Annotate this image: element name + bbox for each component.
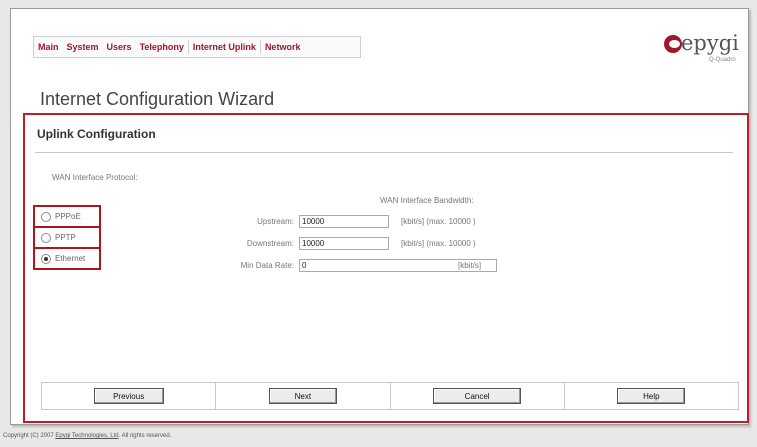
- cancel-button[interactable]: Cancel: [433, 388, 522, 404]
- downstream-label: Downstream:: [246, 239, 294, 248]
- menu-item-main[interactable]: Main: [34, 42, 63, 52]
- protocol-option-pptp[interactable]: PPTP: [33, 226, 101, 249]
- logo-mark-icon: [664, 35, 682, 53]
- copyright-suffix: . All rights reserved.: [118, 433, 172, 439]
- logo-brand: epygi: [681, 31, 739, 55]
- bandwidth-header: WAN Interface Bandwidth:: [380, 196, 474, 205]
- button-cell: Previous: [42, 383, 217, 409]
- main-menu: Main System Users Telephony Internet Upl…: [33, 36, 361, 58]
- upstream-label: Upstream:: [257, 217, 294, 226]
- downstream-input[interactable]: [299, 237, 389, 250]
- previous-button[interactable]: Previous: [93, 388, 164, 404]
- next-button[interactable]: Next: [268, 388, 337, 404]
- pptp-radio[interactable]: [41, 232, 51, 243]
- panel-title: Uplink Configuration: [37, 127, 156, 141]
- wan-protocol-label: WAN Interface Protocol:: [52, 173, 138, 182]
- button-cell: Next: [216, 383, 391, 409]
- button-cell: Cancel: [391, 383, 565, 409]
- page-title: Internet Configuration Wizard: [40, 89, 275, 109]
- upstream-input[interactable]: [299, 215, 389, 228]
- pptp-label: PPTP: [55, 233, 76, 242]
- uplink-configuration-panel: Uplink Configuration WAN Interface Proto…: [23, 113, 749, 423]
- ethernet-label: Ethernet: [55, 254, 86, 263]
- pppoe-label: PPPoE: [55, 212, 81, 221]
- downstream-hint: [kbit/s] (max. 10000 ): [401, 239, 476, 248]
- upstream-hint: [kbit/s] (max. 10000 ): [401, 217, 476, 226]
- menu-item-network[interactable]: Network: [261, 42, 305, 52]
- protocol-option-ethernet[interactable]: Ethernet: [33, 247, 101, 270]
- min-data-rate-hint: [kbit/s]: [458, 261, 482, 270]
- menu-item-internet-uplink[interactable]: Internet Uplink: [189, 42, 260, 52]
- menu-item-users[interactable]: Users: [103, 42, 136, 52]
- company-link[interactable]: Epygi Technologies, Ltd: [55, 433, 118, 439]
- menu-item-system[interactable]: System: [63, 42, 103, 52]
- help-button[interactable]: Help: [617, 388, 686, 404]
- copyright-footer: Copyright (C) 2007 Epygi Technologies, L…: [3, 433, 171, 439]
- ethernet-radio[interactable]: [41, 253, 51, 264]
- logo-model: Q-Quadro: [709, 57, 736, 63]
- epygi-logo: epygi Q-Quadro: [664, 31, 744, 67]
- panel-divider: [35, 152, 733, 153]
- copyright-prefix: Copyright (C) 2007: [3, 433, 56, 439]
- button-cell: Help: [565, 383, 738, 409]
- min-data-rate-label: Min Data Rate:: [240, 261, 294, 270]
- wizard-button-bar: Previous Next Cancel Help: [41, 382, 739, 410]
- pppoe-radio[interactable]: [41, 211, 51, 222]
- menu-item-telephony[interactable]: Telephony: [136, 42, 188, 52]
- protocol-option-pppoe[interactable]: PPPoE: [33, 205, 101, 228]
